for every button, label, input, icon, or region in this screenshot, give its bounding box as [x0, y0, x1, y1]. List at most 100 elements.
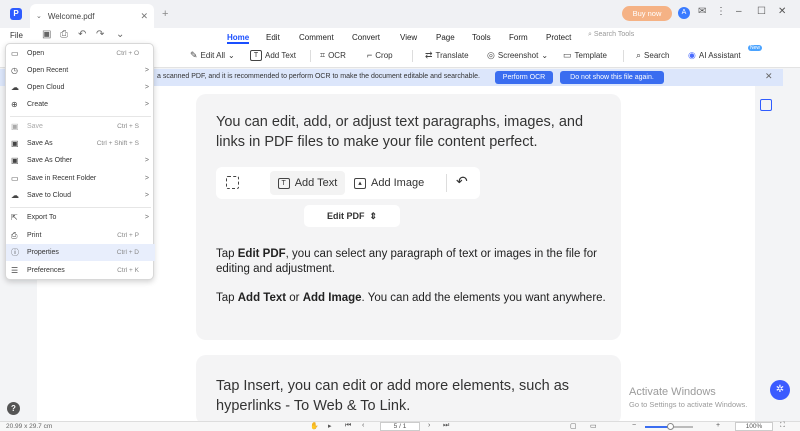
tab-page[interactable]: Page: [436, 30, 455, 42]
tab-view[interactable]: View: [400, 30, 417, 42]
menu-item-preferences[interactable]: ☰ Preferences Ctrl + K: [6, 262, 155, 279]
text-span: Tap: [216, 292, 238, 304]
text-box-icon: T: [277, 177, 290, 189]
zoom-in-icon[interactable]: +: [716, 422, 720, 429]
image-icon: ▴: [354, 177, 366, 189]
menu-item-open-recent[interactable]: ◷ Open Recent >: [6, 62, 155, 79]
menu-bar: File ▣ ⎙ ↶ ↷ ⌄ Home Edit Comment Convert…: [0, 28, 800, 44]
page-number-field[interactable]: 5 / 1: [380, 422, 420, 431]
template-button[interactable]: ▭ Template: [563, 50, 607, 61]
maximize-icon[interactable]: ☐: [757, 6, 766, 17]
status-bar: 20.99 x 29.7 cm ✋ ▸ ⏮ ‹ 5 / 1 › ⏭ ▢ ▭ − …: [0, 421, 800, 431]
screenshot-button[interactable]: ◎ Screenshot ⌄: [487, 50, 548, 61]
menu-item-save-as-other[interactable]: ▣ Save As Other >: [6, 152, 155, 169]
undo-icon[interactable]: ↶: [78, 29, 86, 40]
menu-item-open[interactable]: ▭ Open Ctrl + O: [6, 45, 155, 62]
edit-all-button[interactable]: ✎ Edit All ⌄: [190, 50, 235, 61]
dont-show-again-button[interactable]: Do not show this file again.: [560, 71, 664, 84]
new-tab-icon[interactable]: +: [162, 8, 168, 20]
mail-icon[interactable]: ✉: [698, 6, 706, 17]
select-tool-icon[interactable]: ▸: [328, 422, 332, 430]
menu-item-open-cloud[interactable]: ☁ Open Cloud >: [6, 79, 155, 96]
toolbar-divider: [310, 50, 311, 62]
settings-icon[interactable]: ⋮: [716, 6, 726, 17]
close-banner-icon[interactable]: ✕: [765, 71, 773, 82]
menu-item-label: Save to Cloud: [27, 192, 71, 199]
ocr-icon: ⌗: [320, 50, 326, 60]
print-icon[interactable]: ⎙: [60, 29, 68, 40]
menu-item-label: Save: [27, 123, 43, 130]
ocr-label: OCR: [328, 51, 346, 60]
translate-button[interactable]: ⇄ Translate: [425, 50, 469, 61]
tab-title: Welcome.pdf: [47, 11, 95, 21]
assistant-fab-icon[interactable]: ✲: [770, 380, 790, 400]
preferences-icon: ☰: [11, 266, 19, 275]
undo-icon: ↶: [456, 173, 468, 189]
menu-item-label: Print: [27, 232, 42, 239]
toolbar-divider: [623, 50, 624, 62]
heading-insert: Tap Insert, you can edit or add more ele…: [216, 378, 570, 414]
tab-edit[interactable]: Edit: [266, 30, 280, 42]
tab-convert[interactable]: Convert: [352, 30, 380, 42]
zoom-out-icon[interactable]: −: [632, 422, 636, 429]
tab-protect[interactable]: Protect: [546, 30, 571, 42]
tab-comment[interactable]: Comment: [299, 30, 334, 42]
menu-item-create[interactable]: ⊕ Create >: [6, 96, 155, 113]
menu-item-label: Export To: [27, 214, 57, 221]
buy-now-button[interactable]: Buy now: [622, 6, 672, 21]
search-button[interactable]: ⌕ Search: [636, 50, 669, 61]
chevron-down-icon[interactable]: ⌄: [36, 12, 42, 20]
menu-item-print[interactable]: ⎙ Print Ctrl + P: [6, 227, 155, 244]
template-icon: ▭: [563, 50, 572, 60]
cloud-icon: ☁: [11, 191, 19, 200]
text-span: . You can add the elements you want anyw…: [361, 292, 606, 304]
menu-item-properties[interactable]: ⓘ Properties Ctrl + D: [6, 244, 155, 261]
text-span: or: [286, 292, 303, 304]
save-icon[interactable]: ▣: [42, 29, 51, 40]
print-icon: ⎙: [11, 230, 18, 240]
last-page-icon[interactable]: ⏭: [443, 422, 449, 430]
perform-ocr-button[interactable]: Perform OCR: [495, 71, 553, 84]
menu-item-save-as[interactable]: ▣ Save As Ctrl + Shift + S: [6, 135, 155, 152]
hand-tool-icon[interactable]: ✋: [310, 422, 319, 430]
menu-item-label: Save As Other: [27, 157, 73, 164]
tab-tools[interactable]: Tools: [472, 30, 491, 42]
file-menu-button[interactable]: File: [10, 31, 23, 40]
menu-item-save-to-cloud[interactable]: ☁ Save to Cloud >: [6, 187, 155, 204]
file-dropdown-menu: ▭ Open Ctrl + O ◷ Open Recent > ☁ Open Cloud >…: [5, 43, 155, 280]
zoom-slider[interactable]: [645, 423, 693, 430]
panel-icon[interactable]: [760, 99, 772, 111]
ai-assistant-button[interactable]: ◉ AI Assistant: [688, 50, 741, 61]
close-tab-icon[interactable]: ✕: [140, 11, 148, 22]
next-page-icon[interactable]: ›: [428, 422, 430, 429]
minimize-icon[interactable]: –: [736, 6, 742, 17]
menu-item-label: Open Recent: [27, 67, 69, 74]
menu-item-export-to[interactable]: ⇱ Export To >: [6, 209, 155, 226]
demo-add-image: ▴ Add Image: [354, 171, 424, 195]
document-tab[interactable]: ⌄ Welcome.pdf ✕: [30, 4, 154, 28]
prev-page-icon[interactable]: ‹: [362, 422, 364, 429]
menu-item-shortcut: Ctrl + D: [116, 249, 139, 256]
menu-item-save-recent-folder[interactable]: ▭ Save in Recent Folder >: [6, 170, 155, 187]
help-icon[interactable]: ?: [7, 402, 20, 415]
bold-span: Add Text: [237, 292, 287, 304]
submenu-arrow-icon: >: [144, 101, 149, 108]
tab-home[interactable]: Home: [227, 30, 250, 44]
fit-width-icon[interactable]: ▭: [590, 422, 597, 430]
crop-button[interactable]: ⌐ Crop: [367, 50, 393, 60]
paragraph-add-elements: Tap Add Text or Add Image. You can add t…: [216, 291, 611, 306]
ocr-button[interactable]: ⌗ OCR: [320, 50, 346, 61]
customize-icon[interactable]: ⌄: [116, 29, 124, 40]
avatar[interactable]: A: [678, 7, 690, 19]
close-window-icon[interactable]: ✕: [778, 6, 786, 17]
zoom-level-field[interactable]: 100%: [735, 422, 773, 431]
menu-item-shortcut: Ctrl + K: [117, 267, 139, 274]
search-tools-input[interactable]: ⌕ Search Tools: [588, 31, 634, 39]
redo-icon[interactable]: ↷: [96, 29, 104, 40]
zoom-slider-handle[interactable]: [667, 423, 674, 430]
tab-form[interactable]: Form: [509, 30, 528, 42]
fullscreen-icon[interactable]: ⛶: [780, 422, 785, 430]
fit-page-icon[interactable]: ▢: [570, 422, 577, 430]
add-text-button[interactable]: T Add Text: [250, 50, 296, 61]
first-page-icon[interactable]: ⏮: [345, 422, 351, 430]
